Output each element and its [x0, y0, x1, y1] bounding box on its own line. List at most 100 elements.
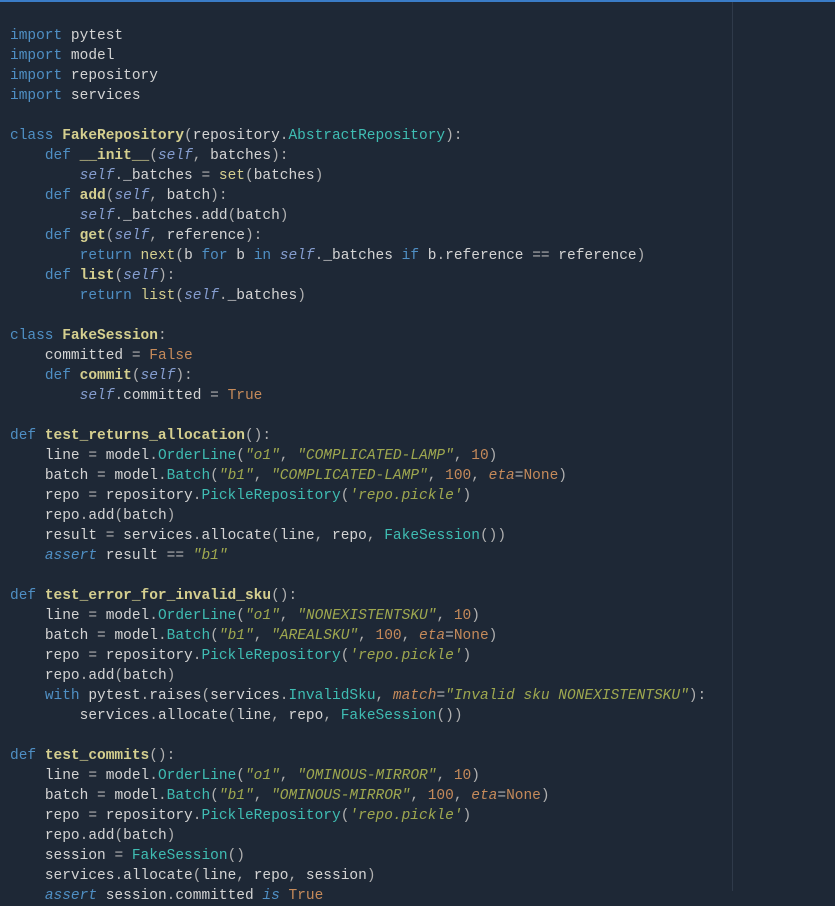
class-ref: PickleRepository [201, 808, 340, 824]
arg: line [280, 528, 315, 544]
number: 10 [454, 768, 471, 784]
keyword-def: def [10, 428, 36, 444]
keyword-for: for [201, 248, 227, 264]
module: model [114, 468, 158, 484]
kwarg: eta [419, 628, 445, 644]
const-none: None [506, 788, 541, 804]
line: def test_error_for_invalid_sku(): [10, 588, 297, 604]
attr: _batches [123, 168, 193, 184]
attr: committed [175, 888, 253, 904]
module-name: repository [71, 68, 158, 84]
code-editor[interactable]: import pytest import model import reposi… [0, 2, 835, 906]
class-ref: FakeSession [132, 848, 228, 864]
line: def add(self, batch): [10, 188, 228, 204]
line: import model [10, 48, 114, 64]
line: assert session.committed is True [10, 888, 323, 904]
string: "AREALSKU" [271, 628, 358, 644]
var: repo [45, 648, 80, 664]
class-ref: Batch [167, 468, 211, 484]
line: import services [10, 88, 141, 104]
line: self.committed = True [10, 388, 262, 404]
attr: committed [45, 348, 123, 364]
keyword-assert: assert [45, 888, 97, 904]
method: add [88, 828, 114, 844]
string: "b1" [219, 788, 254, 804]
keyword-in: in [254, 248, 271, 264]
string: "OMINOUS-MIRROR" [297, 768, 436, 784]
method-name: commit [80, 368, 132, 384]
keyword-def: def [45, 188, 71, 204]
string: "b1" [193, 548, 228, 564]
builtin-list: list [141, 288, 176, 304]
number: 10 [454, 608, 471, 624]
line: repo = repository.PickleRepository('repo… [10, 808, 471, 824]
arg: line [201, 868, 236, 884]
line: def commit(self): [10, 368, 193, 384]
func: allocate [158, 708, 228, 724]
blank-line [10, 308, 19, 324]
arg: batch [123, 508, 167, 524]
line: class FakeSession: [10, 328, 167, 344]
var: line [45, 448, 80, 464]
keyword-import: import [10, 48, 62, 64]
attr: reference [445, 248, 523, 264]
base-class: AbstractRepository [288, 128, 445, 144]
keyword-import: import [10, 68, 62, 84]
class-ref: PickleRepository [201, 648, 340, 664]
line: batch = model.Batch("b1", "AREALSKU", 10… [10, 628, 497, 644]
number: 100 [428, 788, 454, 804]
blank-line [10, 408, 19, 424]
class-ref: FakeSession [384, 528, 480, 544]
kwarg: eta [489, 468, 515, 484]
class-ref: OrderLine [158, 448, 236, 464]
attr: _batches [323, 248, 393, 264]
module-name: pytest [71, 28, 123, 44]
line: repo = repository.PickleRepository('repo… [10, 488, 471, 504]
param: reference [167, 228, 245, 244]
arg: session [306, 868, 367, 884]
var: repo [45, 488, 80, 504]
module: services [123, 528, 193, 544]
self-param: self [114, 188, 149, 204]
keyword-def: def [45, 268, 71, 284]
base-module: repository [193, 128, 280, 144]
builtin-set: set [219, 168, 245, 184]
self-param: self [141, 368, 176, 384]
line: def test_returns_allocation(): [10, 428, 271, 444]
string: "b1" [219, 468, 254, 484]
const-none: None [454, 628, 489, 644]
var: reference [558, 248, 636, 264]
line: repo = repository.PickleRepository('repo… [10, 648, 471, 664]
func: allocate [123, 868, 193, 884]
module: services [80, 708, 150, 724]
class-ref: OrderLine [158, 768, 236, 784]
class-ref: PickleRepository [201, 488, 340, 504]
keyword-return: return [80, 248, 132, 264]
func: raises [149, 688, 201, 704]
module: model [106, 608, 150, 624]
line: def get(self, reference): [10, 228, 262, 244]
line: repo.add(batch) [10, 828, 175, 844]
attr: committed [123, 388, 201, 404]
string: "o1" [245, 768, 280, 784]
line: batch = model.Batch("b1", "OMINOUS-MIRRO… [10, 788, 550, 804]
line: session = FakeSession() [10, 848, 245, 864]
attr: _batches [123, 208, 193, 224]
method-name: __init__ [80, 148, 150, 164]
keyword-def: def [45, 368, 71, 384]
arg: repo [289, 708, 324, 724]
arg: repo [254, 868, 289, 884]
var: session [106, 888, 167, 904]
method: add [88, 508, 114, 524]
class-ref: FakeSession [341, 708, 437, 724]
string: "COMPLICATED-LAMP" [271, 468, 428, 484]
module: model [106, 768, 150, 784]
blank-line [10, 728, 19, 744]
module: services [210, 688, 280, 704]
var: batch [45, 788, 89, 804]
function-name: test_commits [45, 748, 149, 764]
method: add [201, 208, 227, 224]
line: import repository [10, 68, 158, 84]
module-name: model [71, 48, 115, 64]
line: def __init__(self, batches): [10, 148, 289, 164]
